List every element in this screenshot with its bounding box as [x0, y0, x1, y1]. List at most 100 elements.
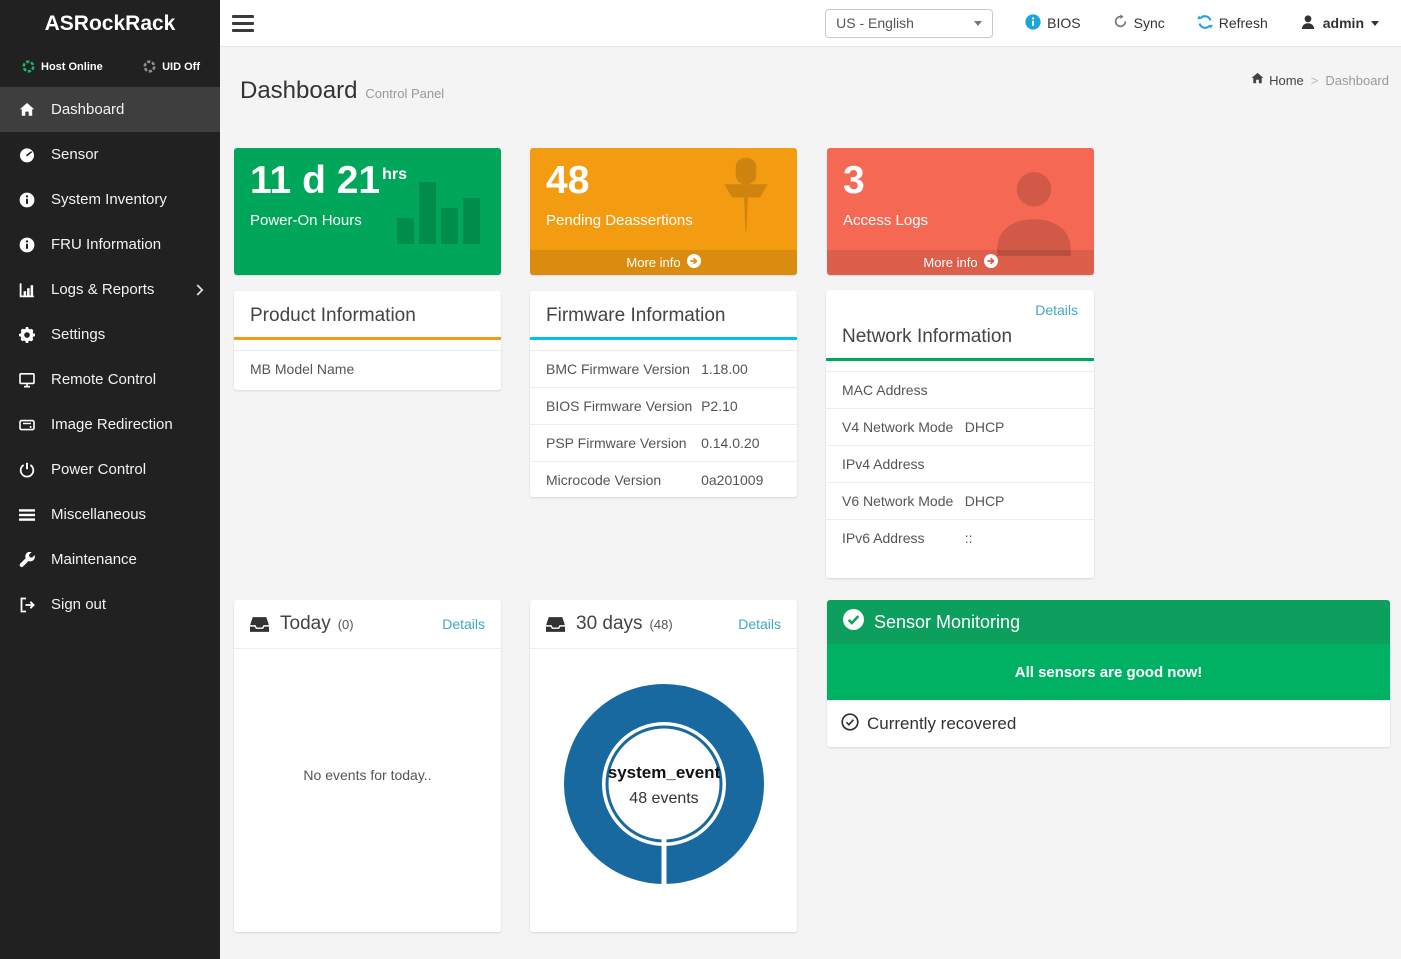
page-title-text: Dashboard	[240, 77, 357, 104]
sidebar-item-fru-information[interactable]: FRU Information	[0, 222, 220, 267]
info-circle-icon	[18, 237, 36, 253]
row-value	[965, 382, 1078, 398]
row-label: V6 Network Mode	[842, 493, 965, 509]
sidebar-item-sign-out[interactable]: Sign out	[0, 582, 220, 627]
table-row: MB Model Name	[234, 350, 501, 387]
breadcrumb-home-label: Home	[1269, 73, 1304, 88]
today-events-count: (0)	[338, 617, 354, 632]
access-logs-value: 3	[843, 160, 865, 203]
chevron-right-icon	[196, 284, 204, 296]
bios-label: BIOS	[1047, 15, 1080, 31]
sidebar-item-image-redirection[interactable]: Image Redirection	[0, 402, 220, 447]
person-icon	[988, 164, 1080, 261]
sidebar-item-maintenance[interactable]: Maintenance	[0, 537, 220, 582]
sync-label: Sync	[1134, 15, 1165, 31]
disk-icon	[18, 417, 36, 433]
refresh-button[interactable]: Refresh	[1197, 14, 1268, 33]
today-events-title: Today	[280, 613, 331, 635]
user-name: admin	[1323, 15, 1364, 31]
table-row: BIOS Firmware Version P2.10	[530, 387, 797, 424]
sensor-status-message: All sensors are good now!	[827, 644, 1390, 700]
sidebar-item-logs-reports[interactable]: Logs & Reports	[0, 267, 220, 312]
sign-out-icon	[18, 597, 36, 613]
row-label: IPv6 Address	[842, 530, 965, 546]
check-circle-icon	[843, 609, 864, 635]
more-info-link[interactable]: More info	[530, 250, 797, 275]
host-status-row: Host Online UID Off	[0, 48, 220, 77]
network-details-link[interactable]: Details	[1035, 302, 1078, 318]
network-information-title: Network Information	[826, 320, 1094, 361]
table-row: V6 Network Mode DHCP	[826, 482, 1094, 519]
sensor-monitoring-card: Sensor Monitoring All sensors are good n…	[827, 600, 1390, 747]
network-information-card: Details Network Information MAC Address …	[826, 290, 1094, 578]
sidebar-item-label: Image Redirection	[51, 416, 204, 433]
refresh-label: Refresh	[1219, 15, 1268, 31]
firmware-information-rows: BMC Firmware Version 1.18.00 BIOS Firmwa…	[530, 350, 797, 498]
sidebar-item-label: Miscellaneous	[51, 506, 204, 523]
sidebar-item-sensor[interactable]: Sensor	[0, 132, 220, 177]
breadcrumb: Home > Dashboard	[1251, 72, 1389, 88]
table-row: V4 Network Mode DHCP	[826, 408, 1094, 445]
row-label: BMC Firmware Version	[546, 361, 701, 377]
sensor-monitoring-title: Sensor Monitoring	[874, 612, 1020, 633]
month-events-count: (48)	[650, 617, 673, 632]
month-details-link[interactable]: Details	[738, 616, 781, 632]
topbar-right: US - English BIOS Sync Refresh	[825, 9, 1401, 38]
bios-button[interactable]: BIOS	[1025, 14, 1080, 33]
sidebar-item-label: Logs & Reports	[51, 281, 196, 298]
today-empty-message: No events for today..	[234, 649, 501, 931]
info-circle-icon	[18, 192, 36, 208]
fan-icon	[22, 60, 35, 73]
sidebar-item-label: Sensor	[51, 146, 204, 163]
user-menu[interactable]: admin	[1300, 14, 1379, 33]
sidebar-item-label: Remote Control	[51, 371, 204, 388]
inbox-icon	[546, 617, 565, 632]
row-value: 1.18.00	[701, 361, 781, 377]
row-label: BIOS Firmware Version	[546, 398, 701, 414]
uid-off-status: UID Off	[143, 60, 200, 73]
today-details-link[interactable]: Details	[442, 616, 485, 632]
sidebar-item-remote-control[interactable]: Remote Control	[0, 357, 220, 402]
wrench-icon	[18, 552, 36, 568]
today-events-card: Today (0) Details No events for today..	[234, 600, 501, 932]
sidebar-item-label: FRU Information	[51, 236, 204, 253]
row-label: MB Model Name	[250, 361, 405, 377]
hamburger-menu-icon[interactable]	[232, 11, 256, 36]
sidebar: ASRockRack Host Online UID Off Dashboa	[0, 0, 220, 959]
breadcrumb-home-link[interactable]: Home	[1251, 72, 1304, 88]
network-information-rows: MAC Address V4 Network Mode DHCP IPv4 Ad…	[826, 371, 1094, 556]
table-row: BMC Firmware Version 1.18.00	[530, 350, 797, 387]
row-value: DHCP	[965, 493, 1078, 509]
monitor-icon	[18, 372, 36, 388]
sidebar-item-label: Settings	[51, 326, 204, 343]
breadcrumb-current: Dashboard	[1325, 73, 1389, 88]
row-value: P2.10	[701, 398, 781, 414]
table-row: IPv6 Address ::	[826, 519, 1094, 556]
row-label: V4 Network Mode	[842, 419, 965, 435]
today-events-header: Today (0) Details	[234, 600, 501, 649]
circle-arrow-right-icon	[687, 254, 701, 271]
sidebar-item-label: Maintenance	[51, 551, 204, 568]
month-events-header: 30 days (48) Details	[530, 600, 797, 649]
sidebar-item-miscellaneous[interactable]: Miscellaneous	[0, 492, 220, 537]
sidebar-item-system-inventory[interactable]: System Inventory	[0, 177, 220, 222]
pending-deassertions-value: 48	[546, 160, 589, 203]
sync-button[interactable]: Sync	[1113, 14, 1165, 32]
more-info-link[interactable]: More info	[827, 250, 1094, 275]
sidebar-nav: Dashboard Sensor System Inventory FRU In…	[0, 87, 220, 627]
language-select[interactable]: US - English	[825, 9, 993, 38]
row-value	[405, 361, 485, 377]
sidebar-item-dashboard[interactable]: Dashboard	[0, 87, 220, 132]
sync-icon	[1113, 14, 1128, 32]
caret-down-icon	[1371, 21, 1379, 26]
sidebar-item-settings[interactable]: Settings	[0, 312, 220, 357]
pending-deassertions-label: Pending Deassertions	[546, 212, 693, 229]
more-info-label: More info	[923, 255, 977, 270]
row-label: PSP Firmware Version	[546, 435, 701, 451]
sidebar-item-label: Power Control	[51, 461, 204, 478]
firmware-information-title: Firmware Information	[530, 291, 797, 340]
sidebar-item-power-control[interactable]: Power Control	[0, 447, 220, 492]
sensor-recovered-row: Currently recovered	[827, 700, 1390, 747]
inbox-icon	[250, 617, 269, 632]
power-on-hours-label: Power-On Hours	[250, 212, 362, 229]
